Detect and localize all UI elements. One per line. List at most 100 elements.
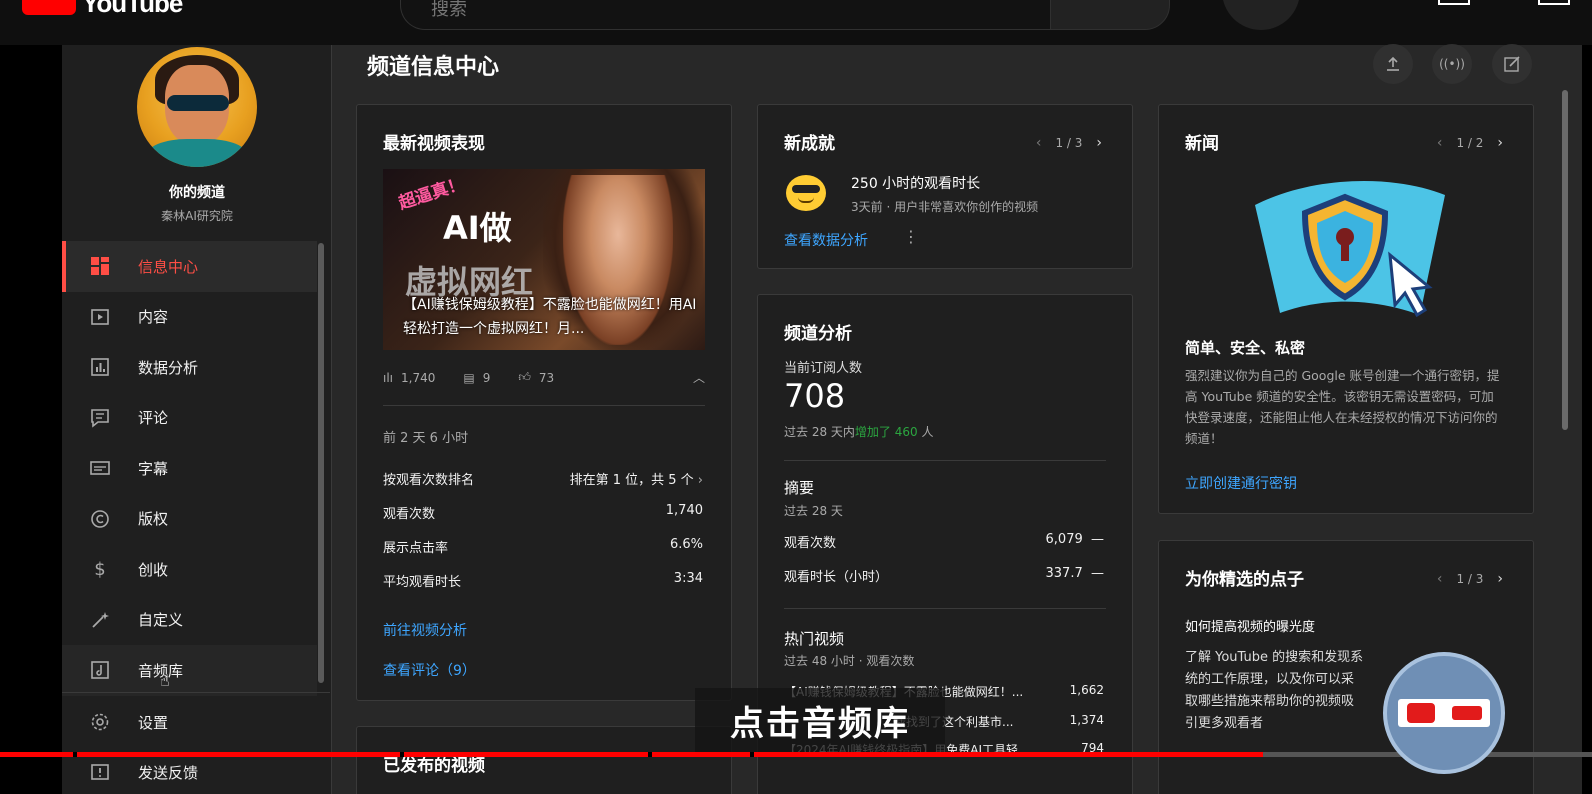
sidebar-item-content[interactable]: 内容 (62, 292, 317, 343)
video-thumbnail[interactable]: 超逼真！ AI做 虚拟网红 【AI赚钱保姆级教程】不露脸也能做网红！用AI轻松打… (383, 169, 705, 350)
thumbnail-text-1: AI做 (443, 209, 512, 247)
people-icon (1451, 706, 1482, 720)
notifications-icon[interactable] (1538, 0, 1570, 5)
create-post-button[interactable] (1492, 44, 1532, 84)
time-since-publish: 前 2 天 6 小时 (383, 431, 469, 446)
audio-library-icon (90, 660, 110, 680)
channel-avatar[interactable] (137, 47, 257, 167)
news-body: 强烈建议你为自己的 Google 账号创建一个通行密钥，提高 YouTube 频… (1185, 368, 1500, 446)
youtube-logo-text: YouTube (82, 0, 183, 18)
top-videos-period: 过去 48 小时 · 观看次数 (784, 654, 915, 668)
search-box[interactable] (400, 0, 1050, 30)
sidebar-scrollbar[interactable] (318, 243, 324, 683)
sidebar-item-settings[interactable]: 设置 (62, 697, 317, 748)
metric-row: 展示点击率 6.6% (383, 537, 703, 556)
page-title: 频道信息中心 (367, 55, 500, 80)
sidebar: 你的频道 秦林AI研究院 信息中心 内容 数据分析 评论 字幕 版权 $ 创收 … (62, 45, 332, 794)
latest-video-card: 最新视频表现 超逼真！ AI做 虚拟网红 【AI赚钱保姆级教程】不露脸也能做网红… (356, 104, 732, 701)
card-title: 频道分析 (784, 324, 852, 344)
hand-cursor-icon: ☝ (160, 671, 170, 690)
passkey-shield-illustration (1255, 181, 1445, 318)
metric-row: 观看次数 1,740 (383, 503, 703, 522)
summary-title: 摘要 (784, 479, 815, 497)
sidebar-item-subtitles[interactable]: 字幕 (62, 443, 317, 494)
voice-search-button[interactable] (1222, 0, 1300, 30)
gear-icon (90, 712, 110, 732)
sidebar-item-label: 设置 (138, 713, 169, 732)
view-analytics-link[interactable]: 查看数据分析 (784, 230, 868, 250)
sidebar-nav: 信息中心 内容 数据分析 评论 字幕 版权 $ 创收 自定义 音频库 (62, 241, 317, 696)
comments-stat: ▤ 9 (463, 370, 491, 385)
ideas-pager: ‹ 1 / 3 › (1436, 571, 1503, 587)
likes-stat: 👍︎ 73 (518, 370, 555, 385)
view-comments-link[interactable]: 查看评论（9） (383, 660, 476, 680)
sidebar-item-label: 评论 (138, 409, 169, 428)
achievement-detail: 3天前 · 用户非常喜欢你创作的视频 (851, 200, 1039, 214)
sidebar-item-copyright[interactable]: 版权 (62, 494, 317, 545)
comment-icon: ▤ (463, 370, 475, 385)
sidebar-item-analytics[interactable]: 数据分析 (62, 342, 317, 393)
comments-icon (90, 408, 110, 428)
chevron-right-icon[interactable]: › (1497, 571, 1503, 587)
sidebar-item-customization[interactable]: 自定义 (62, 595, 317, 646)
summary-row: 观看时长（小时） 337.7 — (784, 566, 1104, 585)
views-stat: ılı 1,740 (383, 370, 436, 385)
top-bar: YouTube (0, 0, 1592, 45)
sidebar-item-label: 自定义 (138, 611, 184, 630)
sidebar-item-dashboard[interactable]: 信息中心 (62, 241, 317, 292)
youtube-logo[interactable]: YouTube (22, 0, 183, 19)
upload-button[interactable] (1373, 44, 1413, 84)
upload-icon (1387, 56, 1399, 71)
create-passkey-link[interactable]: 立即创建通行密钥 (1185, 473, 1297, 493)
achievement-headline: 250 小时的观看时长 (851, 176, 981, 192)
search-button[interactable] (1050, 0, 1170, 30)
chevron-right-icon: › (697, 473, 703, 488)
more-options-icon[interactable]: ⋮ (903, 227, 919, 246)
rank-label: 按观看次数排名 (383, 473, 475, 488)
published-videos-card: 已发布的视频 (356, 726, 732, 794)
top-videos-title: 热门视频 (784, 630, 845, 648)
chevron-left-icon[interactable]: ‹ (1036, 135, 1042, 151)
summary-row: 观看次数 6,079 — (784, 532, 1104, 551)
sidebar-item-label: 数据分析 (138, 358, 199, 377)
chevron-right-icon[interactable]: › (1497, 135, 1503, 151)
sidebar-item-monetization[interactable]: $ 创收 (62, 544, 317, 595)
search-input[interactable] (401, 0, 1050, 20)
sidebar-item-comments[interactable]: 评论 (62, 393, 317, 444)
sidebar-item-label: 发送反馈 (138, 764, 199, 783)
sidebar-item-label: 版权 (138, 510, 169, 529)
channel-title: 你的频道 (169, 185, 225, 201)
video-progress-bar[interactable] (0, 752, 1592, 757)
rank-value: 排在第 1 位，共 5 个 › (569, 473, 703, 488)
news-card: 新闻 ‹ 1 / 2 › 简单、安全、私密 强烈建议你为自己的 Google 账… (1158, 104, 1534, 514)
sidebar-item-audio-library[interactable]: 音频库 (62, 645, 317, 696)
go-live-button[interactable]: ((•)) (1432, 44, 1472, 84)
chevron-left-icon[interactable]: ‹ (1437, 135, 1443, 151)
subscribers-change: 过去 28 天内增加了 460 人 (784, 425, 934, 439)
live-broadcast-icon: ((•)) (1439, 57, 1465, 71)
go-to-video-analytics-link[interactable]: 前往视频分析 (383, 620, 467, 640)
metric-row: 平均观看时长 3:34 (383, 571, 703, 590)
content-icon (90, 307, 110, 327)
card-title: 为你精选的点子 (1185, 570, 1304, 590)
edit-icon (1504, 56, 1520, 72)
chevron-left-icon[interactable]: ‹ (1437, 571, 1443, 587)
news-pager: ‹ 1 / 2 › (1436, 135, 1503, 151)
dashboard-icon (90, 256, 110, 276)
copyright-icon (90, 509, 110, 529)
dollar-icon: $ (94, 558, 106, 580)
idea-headline: 如何提高视频的曝光度 (1185, 620, 1316, 635)
magic-wand-icon (90, 610, 110, 630)
sidebar-item-label: 信息中心 (138, 257, 199, 276)
chevron-up-icon[interactable]: ︿ (693, 369, 705, 386)
sidebar-item-label: 内容 (138, 308, 169, 327)
chevron-right-icon[interactable]: › (1096, 135, 1102, 151)
channel-watermark-logo[interactable] (1383, 652, 1505, 774)
create-icon[interactable] (1438, 0, 1470, 5)
page-scrollbar[interactable] (1562, 90, 1568, 430)
subtitles-icon (90, 458, 110, 478)
divider (784, 608, 1106, 609)
rank-row[interactable]: 按观看次数排名 排在第 1 位，共 5 个 › (383, 469, 703, 488)
idea-body: 了解 YouTube 的搜索和发现系统的工作原理，以及你可以采取哪些措施来帮助你… (1185, 650, 1364, 731)
sidebar-bottom-nav: 设置 发送反馈 (62, 697, 317, 794)
